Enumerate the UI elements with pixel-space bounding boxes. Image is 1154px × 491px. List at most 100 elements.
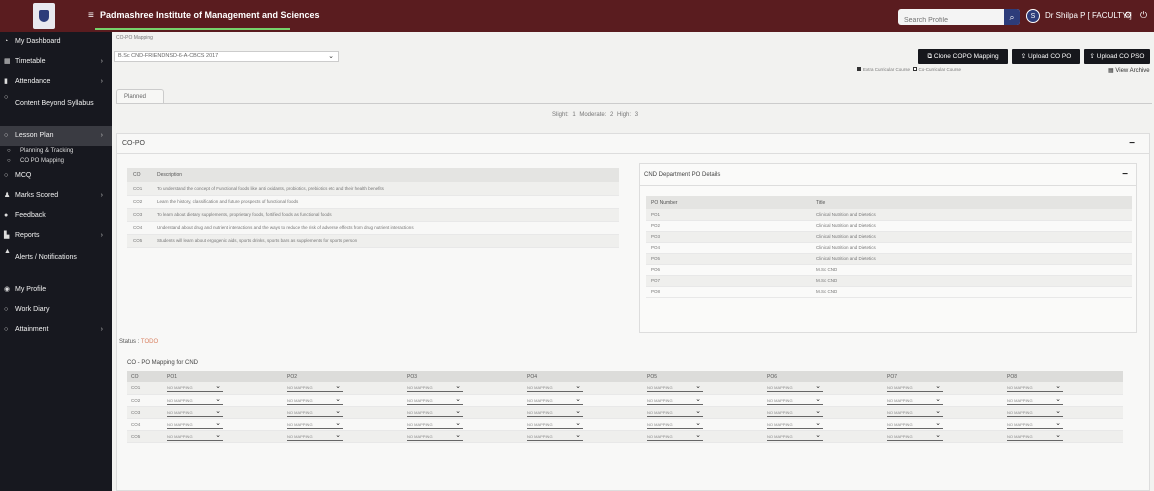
po-number: PO2 [646,220,816,232]
upload-co-pso-button[interactable]: ⇪ Upload CO PSO [1084,49,1150,64]
sidebar-subitem-co-po-mapping[interactable]: ○ CO PO Mapping [0,156,112,166]
sidebar-item-attendance[interactable]: ▮ Attendance › [0,72,112,92]
sidebar-item-timetable[interactable]: ▦ Timetable › [0,52,112,72]
po-number-header: PO Number [646,196,816,209]
sidebar-item-work-diary[interactable]: ○ Work Diary [0,300,112,320]
chevron-down-icon: ⌄ [455,383,461,391]
mapping-select[interactable]: NO MAPPING ⌄ [167,383,223,393]
avatar[interactable]: S [1026,9,1040,23]
mapping-select[interactable]: NO MAPPING ⌄ [527,432,583,441]
menu-toggle-icon[interactable]: ≡ [88,11,98,21]
mapping-select-value: NO MAPPING [887,385,913,391]
sidebar-item-lesson-plan[interactable]: ○ Lesson Plan › [0,126,112,146]
breadcrumb[interactable]: CO-PO Mapping [116,35,153,41]
mapping-select[interactable]: NO MAPPING ⌄ [287,432,343,441]
chevron-down-icon: ⌄ [575,383,581,391]
mapping-select-value: NO MAPPING [767,385,793,391]
mapping-select[interactable]: NO MAPPING ⌄ [887,420,943,429]
sidebar-subitem-planning-tracking[interactable]: ○ Planning & Tracking [0,146,112,156]
collapse-icon[interactable]: − [1129,134,1135,154]
mapping-select[interactable]: NO MAPPING ⌄ [767,432,823,441]
mapping-select[interactable]: NO MAPPING ⌄ [527,408,583,417]
mapping-select[interactable]: NO MAPPING ⌄ [647,432,703,441]
sidebar-item-attainment[interactable]: ○ Attainment › [0,320,112,340]
mapping-select[interactable]: NO MAPPING ⌄ [167,420,223,429]
mapping-select[interactable]: NO MAPPING ⌄ [887,408,943,417]
mapping-select[interactable]: NO MAPPING ⌄ [287,408,343,417]
mapping-select[interactable]: NO MAPPING ⌄ [1007,396,1063,405]
mapping-select-value: NO MAPPING [767,421,793,427]
table-row: CO1 NO MAPPING ⌄ NO MAPPING ⌄ NO MAPPING ⌄ NO M… [127,382,1123,395]
mapping-cell: NO MAPPING ⌄ [403,394,523,407]
mapping-select-value: NO MAPPING [167,385,193,391]
mapping-select[interactable]: NO MAPPING ⌄ [287,420,343,429]
mapping-select[interactable]: NO MAPPING ⌄ [647,408,703,417]
sidebar-item-marks-scored[interactable]: ♟ Marks Scored › [0,186,112,206]
mapping-select[interactable]: NO MAPPING ⌄ [407,408,463,417]
mapping-cell: NO MAPPING ⌄ [283,406,403,419]
sidebar-item-alerts-notifications[interactable]: ▲ Alerts / Notifications [0,246,112,280]
mapping-select[interactable]: NO MAPPING ⌄ [167,396,223,405]
search-input[interactable] [898,12,992,29]
mapping-select[interactable]: NO MAPPING ⌄ [527,383,583,393]
chevron-down-icon: ⌄ [455,431,461,439]
po-number: PO6 [646,264,816,276]
mapping-select[interactable]: NO MAPPING ⌄ [1007,432,1063,441]
mapping-select-value: NO MAPPING [287,421,313,427]
power-icon[interactable]: ⏻ [1140,10,1147,21]
mapping-cell: NO MAPPING ⌄ [763,406,883,419]
chevron-down-icon: ⌄ [935,431,941,439]
mapping-select[interactable]: NO MAPPING ⌄ [887,396,943,405]
mapping-select-value: NO MAPPING [647,433,673,439]
sidebar-item-my-dashboard[interactable]: ◔ My Dashboard [0,32,112,52]
course-select[interactable]: B.Sc CND-FRIENDNSD-6-A-CBCS 2017 ⌄ [114,51,339,62]
mapping-co: CO2 [127,394,163,407]
mapping-select[interactable]: NO MAPPING ⌄ [767,383,823,393]
sidebar-item-label: Marks Scored [15,192,59,199]
mapping-select[interactable]: NO MAPPING ⌄ [647,383,703,393]
tab-planned[interactable]: Planned [116,89,164,104]
sidebar-item-reports[interactable]: ▙ Reports › [0,226,112,246]
mapping-select[interactable]: NO MAPPING ⌄ [767,396,823,405]
chevron-down-icon: ⌄ [1055,419,1061,427]
sidebar-item-mcq[interactable]: ○ MCQ [0,166,112,186]
mapping-select[interactable]: NO MAPPING ⌄ [767,420,823,429]
mapping-select[interactable]: NO MAPPING ⌄ [887,383,943,393]
mapping-cell: NO MAPPING ⌄ [163,382,283,395]
mapping-select[interactable]: NO MAPPING ⌄ [887,432,943,441]
sidebar-item-feedback[interactable]: ● Feedback [0,206,112,226]
collapse-icon[interactable]: − [1122,164,1128,186]
search-icon[interactable]: ⌕ [1004,9,1020,25]
mapping-select[interactable]: NO MAPPING ⌄ [407,432,463,441]
mapping-select[interactable]: NO MAPPING ⌄ [647,420,703,429]
legend-box-outline [912,67,917,71]
mapping-select[interactable]: NO MAPPING ⌄ [1007,420,1063,429]
institute-logo[interactable] [33,3,55,29]
mapping-select[interactable]: NO MAPPING ⌄ [407,383,463,393]
mapping-select[interactable]: NO MAPPING ⌄ [1007,408,1063,417]
sidebar-item-content-beyond-syllabus[interactable]: ○ Content Beyond Syllabus [0,92,112,126]
mapping-select[interactable]: NO MAPPING ⌄ [767,408,823,417]
circle-icon: ○ [4,306,9,313]
mapping-select[interactable]: NO MAPPING ⌄ [167,408,223,417]
mapping-select[interactable]: NO MAPPING ⌄ [527,420,583,429]
mapping-select[interactable]: NO MAPPING ⌄ [527,396,583,405]
gear-icon[interactable]: ⚙ [1124,10,1132,21]
view-archive-link[interactable]: ▦ View Archive [1108,67,1150,74]
mapping-select[interactable]: NO MAPPING ⌄ [167,432,223,441]
mapping-select[interactable]: NO MAPPING ⌄ [647,396,703,405]
search-box: ⌕ [898,9,1020,29]
po-title: Clinical Nutrition and Dietetics [816,242,1132,254]
chevron-down-icon: ⌄ [815,419,821,427]
mapping-select[interactable]: NO MAPPING ⌄ [287,396,343,405]
clone-copo-button[interactable]: ⧉ Clone COPO Mapping [918,49,1008,64]
mapping-select[interactable]: NO MAPPING ⌄ [407,420,463,429]
mapping-select[interactable]: NO MAPPING ⌄ [407,396,463,405]
user-name[interactable]: Dr Shilpa P [ FACULTY ] [1045,11,1132,20]
mapping-select[interactable]: NO MAPPING ⌄ [1007,383,1063,393]
sidebar-item-label: My Dashboard [15,38,61,45]
upload-co-po-button[interactable]: ⇪ Upload CO PO [1012,49,1080,64]
sidebar-item-my-profile[interactable]: ◉ My Profile [0,280,112,300]
mapping-select[interactable]: NO MAPPING ⌄ [287,383,343,393]
po-title: M.Sc CND [816,286,1132,298]
